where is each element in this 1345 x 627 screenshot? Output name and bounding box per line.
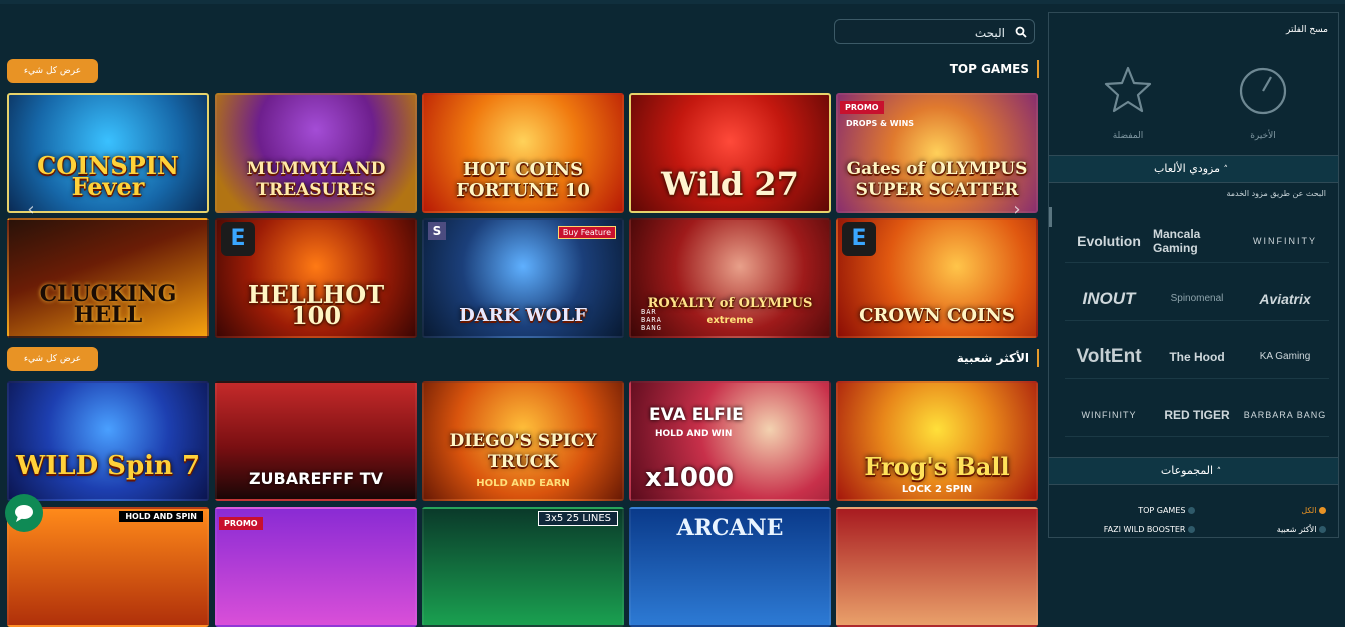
provider-mancala[interactable]: Mancala Gaming <box>1153 219 1241 263</box>
chevron-up-icon: ˄ <box>1216 467 1222 477</box>
game-title: EVA ELFIE <box>649 405 744 425</box>
game-tile-hell-hot-100[interactable]: E HELLHOT 100 <box>215 218 417 338</box>
game-title: WILD Spin 7 <box>15 451 201 481</box>
game-title: DIEGO'S SPICY TRUCK <box>449 431 597 472</box>
game-tag: HOLD AND SPIN <box>119 511 203 522</box>
collection-popular[interactable]: الأكثر شعبية <box>1277 525 1326 534</box>
studio-logo: BAR BARA BANG <box>641 308 662 332</box>
game-title: Gates of OLYMPUS SUPER SCATTER <box>846 159 1028 200</box>
search-input[interactable] <box>843 23 1007 42</box>
game-tile-zubarefff[interactable]: ZUBAREFFF TV <box>215 381 417 501</box>
game-subtitle: LOCK 2 SPIN <box>901 484 973 495</box>
game-title: HOT COINS FORTUNE 10 <box>456 159 590 201</box>
provider-logo: S <box>428 222 446 240</box>
game-title: Wild 27 <box>661 165 799 203</box>
promo-badge: PROMO <box>219 517 263 530</box>
section-title-top-games: TOP GAMES <box>950 60 1039 78</box>
provider-winfinity-2[interactable]: WINFINITY <box>1065 393 1153 437</box>
favorites-label: المفضلة <box>1112 131 1144 141</box>
game-title: ARCANE <box>676 515 784 541</box>
provider-evolution[interactable]: Evolution <box>1065 219 1153 263</box>
game-tile-coin-spin-fever[interactable]: COINSPIN Fever <box>7 93 209 213</box>
buy-feature-tag: Buy Feature <box>557 226 616 239</box>
provider-logo: E <box>842 222 876 256</box>
provider-barbara-bang[interactable]: BARBARA BANG <box>1241 393 1329 437</box>
chevron-up-icon: ˄ <box>1223 165 1228 175</box>
game-tile-dark-wolf[interactable]: S Buy Feature DARK WOLF <box>422 218 624 338</box>
game-tile-partial-4[interactable]: ARCANE <box>629 507 831 627</box>
provider-the-hood[interactable]: The Hood <box>1153 335 1241 379</box>
game-title: ZUBAREFFF TV <box>248 469 384 488</box>
provider-voltent[interactable]: VoltEnt <box>1065 335 1153 379</box>
game-title: CROWN COINS <box>859 305 1015 326</box>
provider-inout[interactable]: INOUT <box>1065 277 1153 321</box>
collections-header[interactable]: المجموعات ˄ <box>1049 457 1338 485</box>
view-all-popular-button[interactable]: عرض كل شيء <box>7 347 98 371</box>
carousel-prev-arrow[interactable]: ‹ <box>24 200 38 220</box>
collection-top-games[interactable]: TOP GAMES <box>1138 506 1195 515</box>
favorites-filter[interactable]: المفضلة <box>1098 61 1158 151</box>
radio-dot <box>1188 507 1195 514</box>
filter-panel: مسح الفلتر المفضلة الأخيرة مزودي الألعاب… <box>1048 12 1339 538</box>
providers-header[interactable]: مزودي الألعاب ˄ <box>1049 155 1338 183</box>
star-icon <box>1104 66 1152 113</box>
collections-title: المجموعات <box>1160 464 1214 477</box>
provider-aviatrix[interactable]: Aviatrix <box>1241 277 1329 321</box>
game-tile-wild-27[interactable]: Wild 27 <box>629 93 831 213</box>
radio-dot <box>1188 526 1195 533</box>
provider-ka-gaming[interactable]: KA Gaming <box>1241 335 1329 379</box>
provider-red-tiger[interactable]: RED TIGER <box>1153 393 1241 437</box>
top-bar <box>0 0 1345 4</box>
game-title: DARK WOLF <box>459 305 587 326</box>
recent-label: الأخيرة <box>1250 131 1276 141</box>
game-tile-royalty-of-olympus[interactable]: ROYALTY of OLYMPUS extreme BAR BARA BANG <box>629 218 831 338</box>
game-tile-diegos-spicy-truck[interactable]: DIEGO'S SPICY TRUCK HOLD AND EARN <box>422 381 624 501</box>
radio-dot <box>1319 526 1326 533</box>
provider-spinomenal[interactable]: Spinomenal <box>1153 277 1241 321</box>
chat-bubble-icon <box>15 505 33 522</box>
provider-winfinity[interactable]: WINFINITY <box>1241 219 1329 263</box>
game-title: CLUCKING HELL <box>39 281 177 328</box>
recent-filter[interactable]: الأخيرة <box>1233 61 1293 151</box>
multiplier-label: x1000 <box>645 463 735 493</box>
game-tile-partial-5[interactable] <box>836 507 1038 627</box>
game-tile-frogs-ball[interactable]: Frog's Ball LOCK 2 SPIN <box>836 381 1038 501</box>
chat-button[interactable] <box>5 494 43 532</box>
game-tile-partial-3[interactable]: 3x5 25 LINES <box>422 507 624 627</box>
provider-scrollbar[interactable] <box>1049 207 1052 227</box>
provider-logo: E <box>221 222 255 256</box>
game-tile-mummyland-treasures[interactable]: MUMMYLAND TREASURES <box>215 93 417 213</box>
providers-title: مزودي الألعاب <box>1154 162 1220 175</box>
game-title: MUMMYLAND TREASURES <box>246 159 386 200</box>
game-tile-clucking-hell[interactable]: CLUCKING HELL <box>7 218 209 338</box>
game-tile-gates-of-olympus[interactable]: PROMO DROPS & WINS Gates of OLYMPUS SUPE… <box>836 93 1038 213</box>
game-tile-hot-coins-fortune-10[interactable]: HOT COINS FORTUNE 10 <box>422 93 624 213</box>
game-subtitle: HOLD AND WIN <box>655 429 733 439</box>
collection-fazi-wild-booster[interactable]: FAZI WILD BOOSTER <box>1104 525 1195 534</box>
game-tile-partial-2[interactable]: PROMO <box>215 507 417 627</box>
search-box[interactable] <box>834 19 1035 44</box>
game-title: Frog's Ball <box>864 452 1010 481</box>
collection-all[interactable]: الكل <box>1301 506 1326 515</box>
view-all-top-games-button[interactable]: عرض كل شيء <box>7 59 98 83</box>
search-icon[interactable] <box>1015 26 1027 38</box>
game-tile-wild-spin[interactable]: WILD Spin 7 <box>7 381 209 501</box>
game-tag: 3x5 25 LINES <box>537 511 618 526</box>
clock-icon <box>1239 67 1287 115</box>
game-tile-crown-coins[interactable]: E CROWN COINS <box>836 218 1038 338</box>
provider-search-link[interactable]: البحث عن طريق مزود الخدمة <box>1226 189 1326 198</box>
radio-dot <box>1319 507 1326 514</box>
clear-filter-button[interactable]: مسح الفلتر <box>1286 25 1328 35</box>
game-title: HELLHOT 100 <box>247 280 385 330</box>
game-subtitle: HOLD AND EARN <box>476 478 570 489</box>
game-tile-eva-elfie[interactable]: EVA ELFIE HOLD AND WIN x1000 <box>629 381 831 501</box>
drops-wins-tag: DROPS & WINS <box>846 119 915 128</box>
section-title-popular: الأكثر شعبية <box>957 349 1039 367</box>
carousel-next-arrow[interactable]: › <box>1010 200 1024 220</box>
game-title: COINSPIN Fever <box>37 151 179 201</box>
promo-badge: PROMO <box>840 101 884 114</box>
